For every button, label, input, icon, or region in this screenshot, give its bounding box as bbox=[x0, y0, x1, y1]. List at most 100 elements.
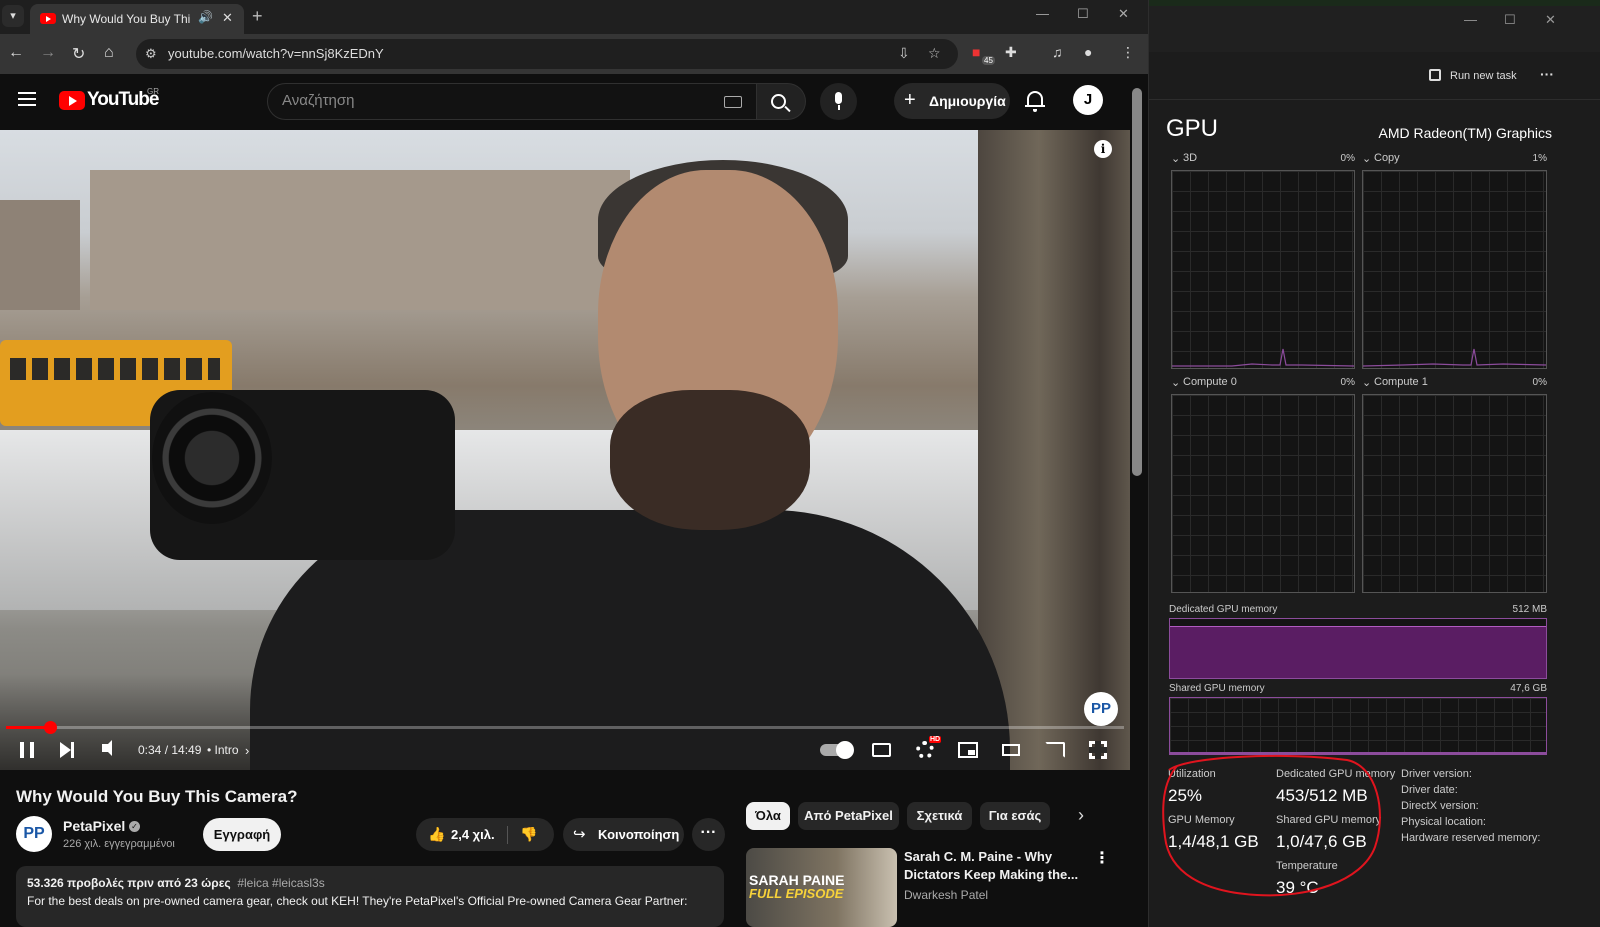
subtitles-icon[interactable] bbox=[872, 743, 891, 757]
chips-next-chevron-icon[interactable]: › bbox=[1078, 805, 1084, 826]
bookmark-star-icon[interactable]: ☆ bbox=[928, 45, 941, 62]
search-icon bbox=[771, 94, 786, 109]
engine-compute1-label[interactable]: Compute 1 bbox=[1374, 376, 1428, 388]
browser-minimize-icon[interactable]: — bbox=[1036, 6, 1049, 21]
subscriber-count: 226 χιλ. εγγεγραμμένοι bbox=[63, 838, 175, 850]
tab-audio-icon[interactable]: 🔊 bbox=[198, 10, 213, 24]
country-code: GR bbox=[147, 87, 159, 96]
chapter-chevron-icon[interactable]: › bbox=[245, 743, 249, 758]
search-button[interactable] bbox=[757, 83, 806, 120]
keyboard-icon[interactable] bbox=[724, 96, 742, 108]
forward-arrow-icon[interactable]: → bbox=[40, 44, 56, 62]
dedicated-memory-label: Dedicated GPU memory bbox=[1169, 604, 1278, 615]
autoplay-toggle[interactable] bbox=[820, 741, 854, 759]
media-controls-icon[interactable]: ♫ bbox=[1052, 44, 1063, 60]
tab-close-icon[interactable]: ✕ bbox=[222, 10, 233, 26]
engine-3d-graph-line bbox=[1172, 348, 1354, 367]
engine-compute1-chevron-icon[interactable]: ⌄ bbox=[1362, 376, 1371, 389]
site-info-icon[interactable]: ⚙ bbox=[145, 46, 157, 62]
video-scene-tree-trunk bbox=[978, 130, 1130, 770]
description-box[interactable]: 53.326 προβολές πριν από 23 ώρες #leica … bbox=[16, 866, 724, 927]
chip-related[interactable]: Σχετικά bbox=[907, 802, 972, 830]
account-avatar[interactable]: J bbox=[1073, 85, 1103, 115]
miniplayer-icon[interactable] bbox=[958, 742, 978, 758]
video-progress-scrubber[interactable] bbox=[43, 721, 57, 734]
engine-copy-label[interactable]: Copy bbox=[1374, 152, 1400, 164]
tm-close-icon[interactable]: ✕ bbox=[1545, 12, 1556, 28]
extension-icon[interactable]: ■ bbox=[972, 44, 980, 60]
video-scene-building bbox=[90, 170, 630, 310]
description-text: For the best deals on pre-owned camera g… bbox=[27, 894, 688, 908]
engine-compute0-label[interactable]: Compute 0 bbox=[1183, 376, 1237, 388]
tm-maximize-icon[interactable]: ☐ bbox=[1504, 12, 1516, 28]
engine-compute0-chevron-icon[interactable]: ⌄ bbox=[1171, 376, 1180, 389]
volume-icon[interactable] bbox=[102, 740, 112, 756]
theater-mode-icon[interactable] bbox=[1002, 744, 1020, 756]
engine-3d-chevron-icon[interactable]: ⌄ bbox=[1171, 152, 1180, 165]
pause-icon[interactable] bbox=[20, 742, 34, 758]
chip-all[interactable]: Όλα bbox=[746, 802, 790, 830]
browser-maximize-icon[interactable]: ☐ bbox=[1077, 6, 1089, 22]
dislike-thumb-down-icon[interactable]: 👎 bbox=[520, 826, 537, 843]
engine-copy-chevron-icon[interactable]: ⌄ bbox=[1362, 152, 1371, 165]
back-arrow-icon[interactable]: ← bbox=[8, 44, 24, 62]
like-count[interactable]: 2,4 χιλ. bbox=[451, 827, 495, 842]
address-bar[interactable]: ⚙ youtube.com/watch?v=nnSj8KzEDnY ⇩ ☆ bbox=[136, 39, 958, 69]
video-progress-bar[interactable] bbox=[6, 721, 1124, 734]
youtube-logo-icon[interactable] bbox=[59, 91, 85, 110]
tm-minimize-icon[interactable]: — bbox=[1464, 12, 1477, 27]
like-thumb-up-icon[interactable]: 👍 bbox=[428, 826, 445, 843]
recommended-video-thumbnail[interactable]: SARAH PAINE FULL EPISODE bbox=[746, 848, 897, 927]
run-new-task-button[interactable]: Run new task bbox=[1450, 70, 1517, 82]
address-url[interactable]: youtube.com/watch?v=nnSj8KzEDnY bbox=[168, 46, 384, 61]
engine-3d-label[interactable]: 3D bbox=[1183, 152, 1197, 164]
tab-strip: ▾ Why Would You Buy This Ca 🔊 ✕ + — ☐ ✕ bbox=[0, 0, 1168, 34]
reload-icon[interactable]: ↻ bbox=[72, 44, 85, 64]
settings-gear-icon[interactable] bbox=[916, 741, 934, 759]
recommended-video-title[interactable]: Sarah C. M. Paine - Why Dictators Keep M… bbox=[904, 848, 1084, 884]
fullscreen-icon[interactable] bbox=[1089, 741, 1107, 759]
thumbnail-text-line2: FULL EPISODE bbox=[749, 886, 844, 901]
video-time: 0:34 / 14:49 bbox=[138, 743, 202, 757]
install-app-icon[interactable]: ⇩ bbox=[898, 45, 910, 62]
profile-icon[interactable]: ● bbox=[1084, 44, 1092, 60]
extensions-puzzle-icon[interactable]: ✚ bbox=[1005, 44, 1017, 61]
chapter-label[interactable]: • Intro bbox=[207, 743, 239, 757]
channel-watermark[interactable]: PP bbox=[1084, 692, 1118, 726]
voice-search-button[interactable] bbox=[820, 83, 857, 120]
engine-compute0-percent: 0% bbox=[1340, 377, 1355, 388]
page-scrollbar[interactable] bbox=[1132, 88, 1142, 476]
chip-from-petapixel[interactable]: Από PetaPixel bbox=[798, 802, 899, 830]
create-button[interactable]: + Δημιουργία bbox=[894, 83, 1010, 119]
video-player[interactable]: i PP 0:34 / 14:49 • Intro › HD bbox=[0, 130, 1130, 770]
search-input[interactable] bbox=[282, 92, 702, 109]
share-button[interactable]: ↪ Κοινοποίηση bbox=[563, 818, 684, 851]
cast-icon[interactable] bbox=[1045, 742, 1065, 758]
tm-more-options-icon[interactable]: ··· bbox=[1540, 66, 1554, 82]
channel-avatar[interactable]: PP bbox=[16, 816, 52, 852]
recommended-video-menu-icon[interactable]: ⋮ bbox=[1094, 848, 1110, 868]
home-icon[interactable]: ⌂ bbox=[104, 44, 114, 62]
next-video-icon[interactable] bbox=[60, 742, 74, 758]
browser-close-icon[interactable]: ✕ bbox=[1118, 6, 1129, 22]
menu-hamburger-icon[interactable] bbox=[18, 92, 36, 106]
hardware-reserved-memory-label: Hardware reserved memory: bbox=[1401, 832, 1541, 844]
browser-tab-active[interactable]: Why Would You Buy This Ca 🔊 ✕ bbox=[30, 4, 244, 34]
run-new-task-icon[interactable] bbox=[1429, 69, 1441, 81]
video-info-icon[interactable]: i bbox=[1094, 140, 1112, 158]
new-tab-button[interactable]: + bbox=[252, 6, 263, 27]
chip-for-you[interactable]: Για εσάς bbox=[980, 802, 1050, 830]
channel-name[interactable]: PetaPixel bbox=[63, 818, 125, 834]
plus-icon: + bbox=[904, 89, 916, 111]
task-manager-window: — ☐ ✕ Run new task ··· GPU AMD Radeon(TM… bbox=[1148, 0, 1600, 927]
dedicated-memory-max: 512 MB bbox=[1512, 604, 1547, 615]
hashtags[interactable]: #leica #leicasl3s bbox=[237, 876, 324, 890]
task-manager-titlebar: — ☐ ✕ bbox=[1149, 0, 1600, 52]
subscribe-button[interactable]: Εγγραφή bbox=[203, 818, 281, 851]
notifications-bell-icon[interactable] bbox=[1025, 91, 1045, 112]
tab-search-button[interactable]: ▾ bbox=[2, 5, 24, 27]
create-label: Δημιουργία bbox=[929, 93, 1006, 109]
more-actions-icon[interactable]: ··· bbox=[692, 818, 725, 851]
browser-menu-icon[interactable]: ⋮ bbox=[1121, 44, 1135, 61]
recommended-video-channel[interactable]: Dwarkesh Patel bbox=[904, 888, 988, 902]
